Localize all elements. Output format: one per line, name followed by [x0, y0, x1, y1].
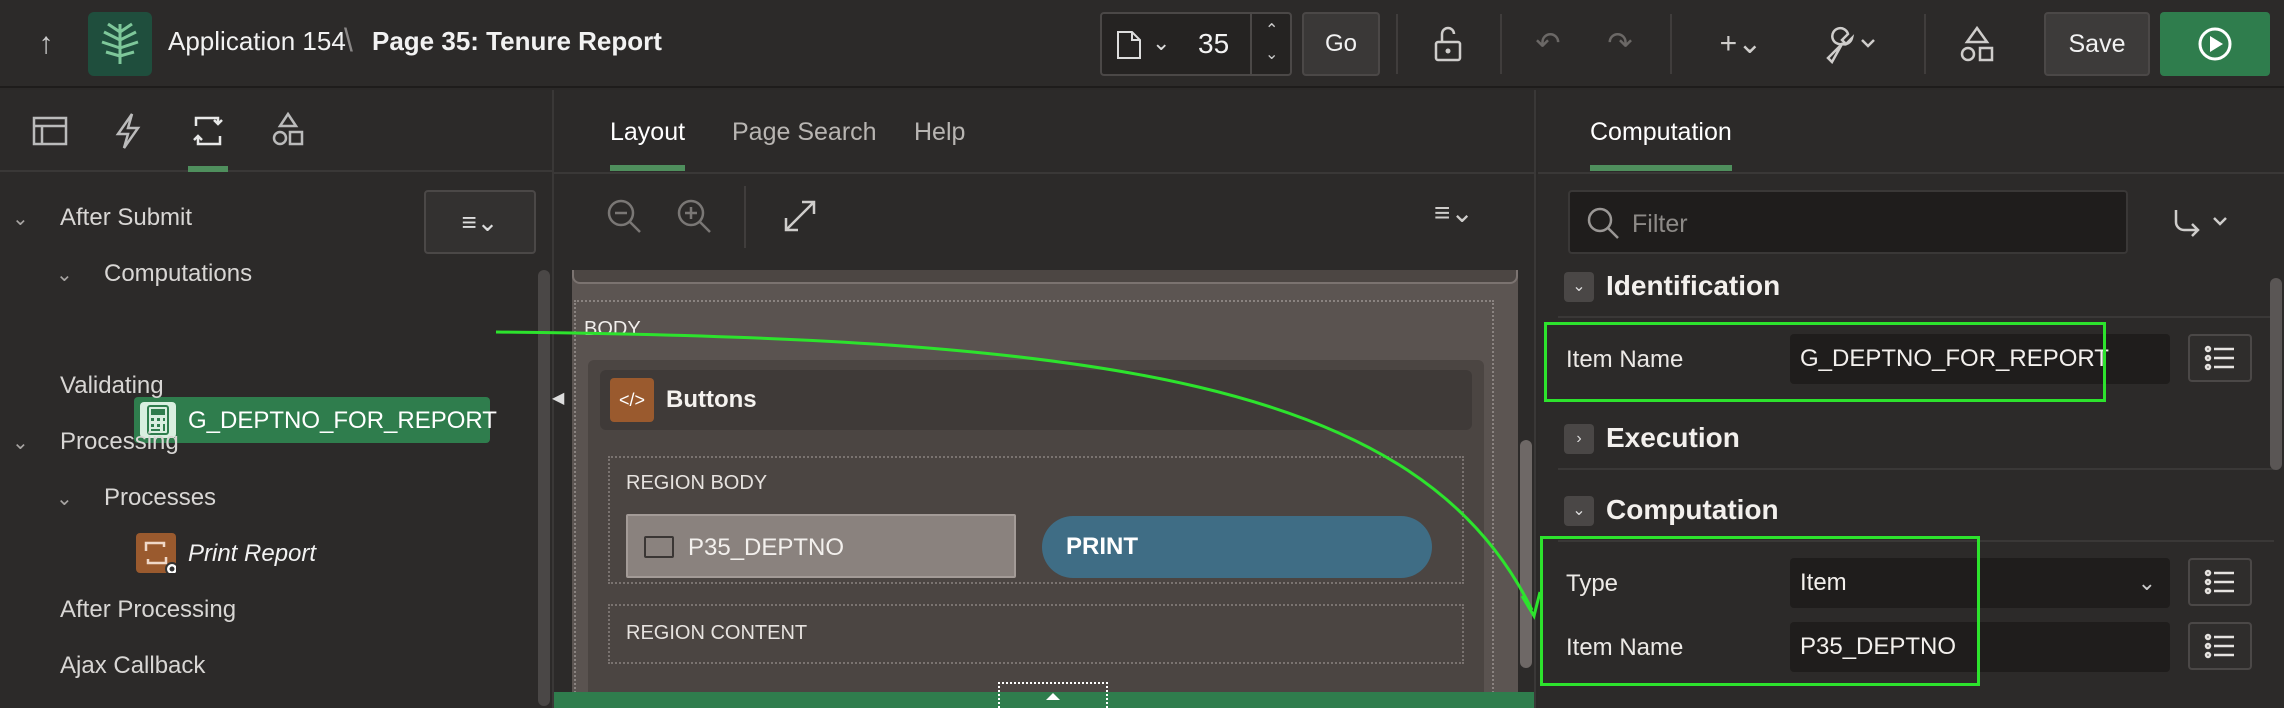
annotation-arrow [495, 330, 1542, 620]
